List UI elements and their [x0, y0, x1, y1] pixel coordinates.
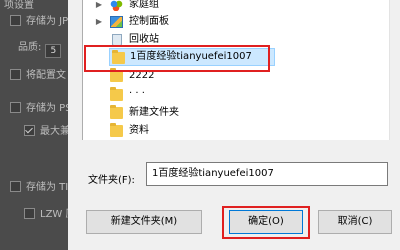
folder-icon: [110, 105, 123, 119]
bg-section-label: 项设置: [4, 0, 34, 11]
homegroup-icon: [110, 0, 123, 11]
quality-label: 品质:: [18, 42, 42, 53]
tree-item-folder-dots[interactable]: . . .: [83, 85, 383, 104]
tree-item-homegroup[interactable]: ▶ 家庭组: [83, 0, 383, 14]
highlight-ok-button: [222, 206, 310, 239]
dialog-divider: [82, 140, 400, 146]
tree-item-label: . . .: [129, 85, 145, 96]
lzw-checkbox[interactable]: [24, 208, 35, 219]
save-tiff-label: 存储为 TIF: [26, 182, 74, 193]
tree-item-new-folder[interactable]: 新建文件夹: [83, 104, 383, 122]
quality-input[interactable]: 5: [45, 44, 62, 58]
folder-name-input[interactable]: 1百度经验tianyuefei1007: [146, 162, 388, 186]
tree-scrollbar[interactable]: [389, 0, 400, 140]
cancel-button[interactable]: 取消(C): [318, 210, 392, 234]
save-tiff-checkbox[interactable]: [10, 181, 21, 192]
maximize-compat-checkbox[interactable]: [24, 125, 35, 136]
save-jpeg-option[interactable]: 存储为 JPE: [10, 12, 74, 27]
control-panel-icon: [110, 16, 123, 28]
expand-arrow-icon[interactable]: ▶: [95, 13, 103, 31]
tree-item-control-panel[interactable]: ▶ 控制面板: [83, 13, 383, 31]
save-tiff-option[interactable]: 存储为 TIF: [10, 178, 74, 193]
background-options-panel: 项设置 存储为 JPE 品质: 5 将配置文 存储为 PSD 最大兼容 存储为 T…: [0, 0, 80, 250]
embed-profile-label: 将配置文: [26, 70, 66, 81]
folder-icon: [110, 87, 123, 101]
highlight-selected-folder: [84, 45, 270, 72]
embed-profile-checkbox[interactable]: [10, 69, 21, 80]
folder-field-label: 文件夹(F):: [88, 175, 135, 186]
tree-item-label: 新建文件夹: [129, 107, 179, 118]
save-jpeg-checkbox[interactable]: [10, 15, 21, 26]
expand-arrow-icon[interactable]: ▶: [95, 0, 103, 14]
quality-row: 品质: 5: [18, 38, 62, 58]
tree-item-label: 控制面板: [129, 16, 169, 27]
save-psd-checkbox[interactable]: [10, 102, 21, 113]
folder-icon: [110, 123, 123, 137]
tree-item-label: 家庭组: [129, 0, 159, 10]
new-folder-button[interactable]: 新建文件夹(M): [86, 210, 202, 234]
tree-item-materials[interactable]: 资料: [83, 122, 383, 140]
embed-profile-option[interactable]: 将配置文: [10, 66, 66, 81]
tree-item-label: 资料: [129, 125, 149, 136]
browse-folder-dialog: ▶ 家庭组 ▶ 控制面板 回收站 1百度经验tianyuefei1007 222…: [68, 0, 400, 250]
